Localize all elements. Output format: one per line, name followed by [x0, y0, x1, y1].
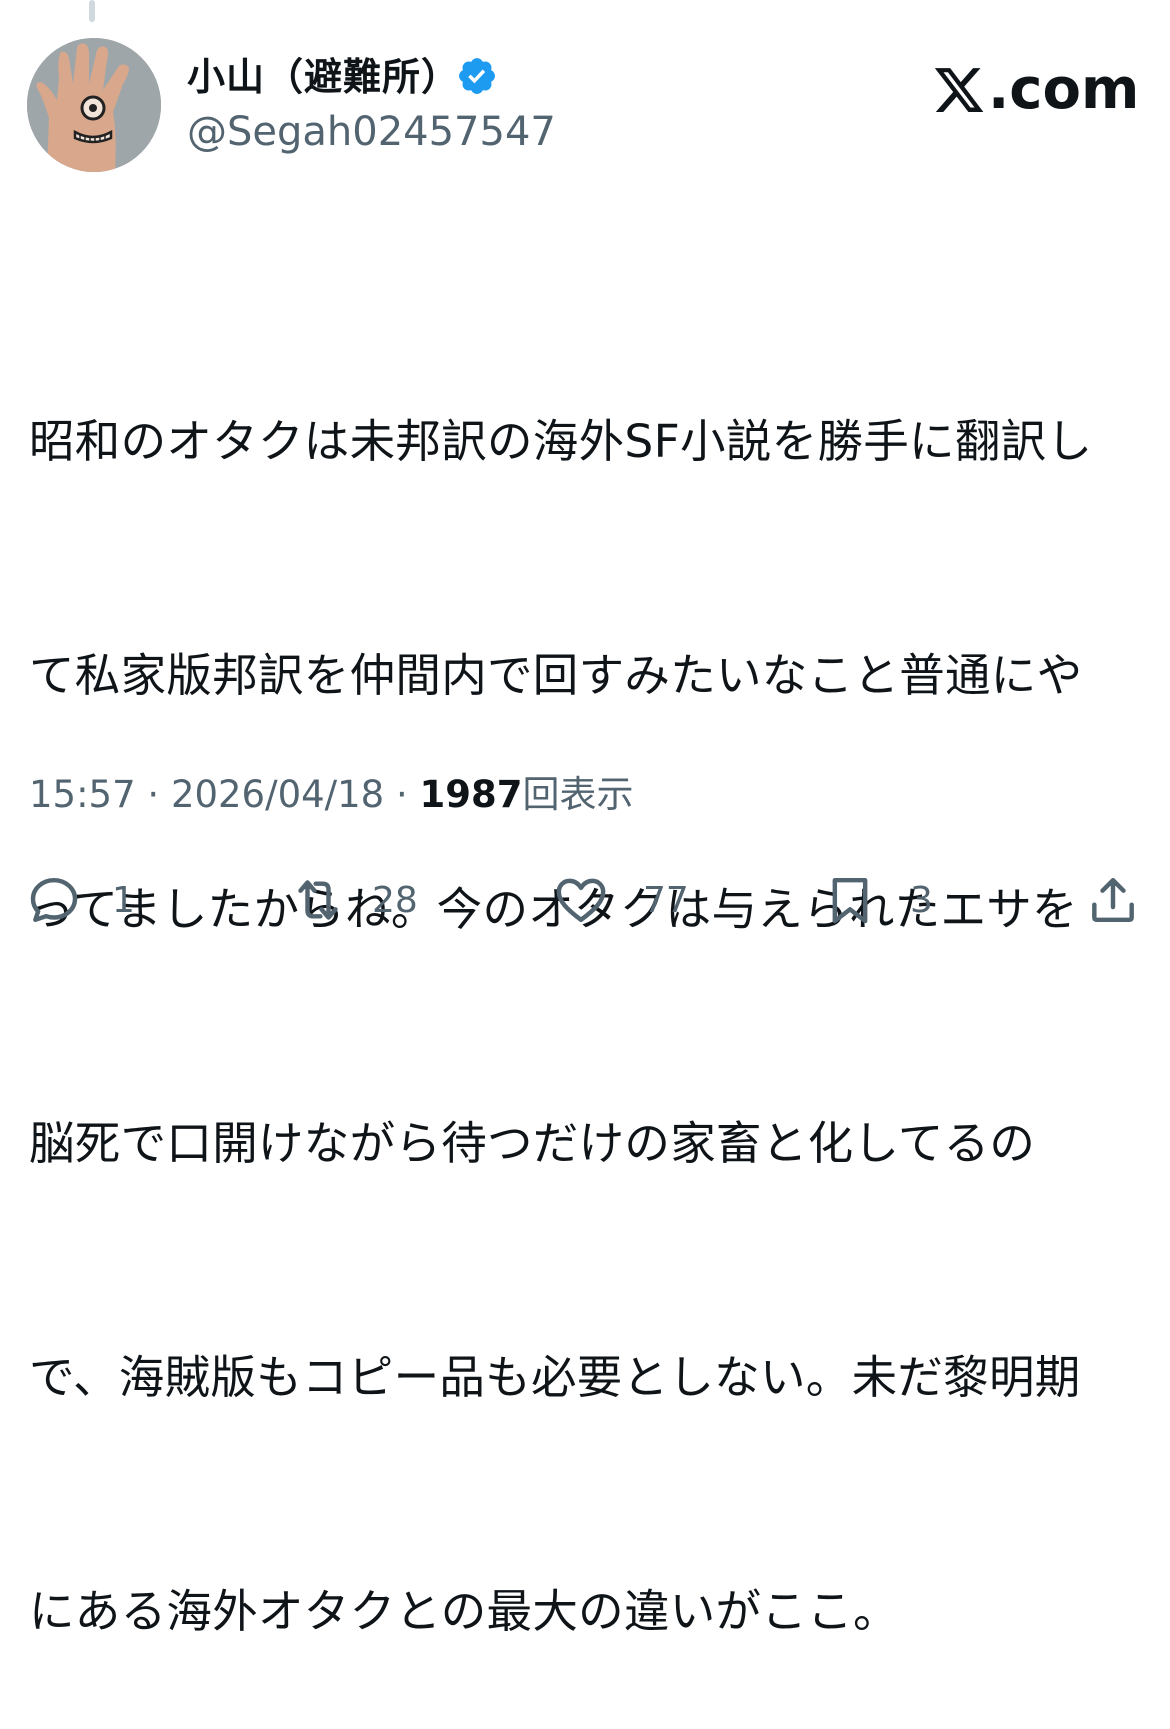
- like-button[interactable]: 77: [553, 868, 689, 932]
- tweet-line: て私家版邦訳を仲間内で回すみたいなこと普通にや: [29, 649, 1083, 702]
- display-name[interactable]: 小山（避難所）: [187, 52, 460, 102]
- tweet-line: 昭和のオタクは未邦訳の海外SF小説を勝手に翻訳し: [29, 415, 1093, 468]
- heart-icon: [556, 878, 606, 923]
- hand-avatar-image: [27, 38, 161, 172]
- action-bar: 1 28 77 3: [0, 868, 1170, 932]
- avatar[interactable]: [27, 38, 161, 172]
- meta-separator: ·: [384, 773, 420, 816]
- tweet-line: 脳死で口開けながら待つだけの家畜と化してるの: [29, 1117, 1036, 1170]
- view-count: 1987: [419, 773, 523, 816]
- reply-count: 1: [112, 879, 135, 921]
- retweet-icon: [298, 880, 338, 920]
- retweet-button[interactable]: 28: [290, 868, 418, 932]
- tweet-line: で、海賊版もコピー品も必要としない。未だ黎明期: [29, 1351, 1081, 1404]
- x-com-logo: .com: [932, 58, 1139, 122]
- thread-connector-line: [89, 0, 95, 22]
- meta-separator: ·: [135, 773, 171, 816]
- tweet-date[interactable]: 2026/04/18: [171, 770, 384, 820]
- reply-button[interactable]: 1: [26, 868, 135, 932]
- share-icon: [1092, 877, 1134, 923]
- bookmark-button[interactable]: 3: [822, 868, 933, 932]
- view-label: 回表示: [522, 773, 634, 816]
- bookmark-count: 3: [910, 879, 933, 921]
- bookmark-icon: [832, 877, 868, 924]
- retweet-count: 28: [372, 879, 418, 921]
- site-domain-text: .com: [988, 57, 1140, 122]
- tweet-line: にある海外オタクとの最大の違いがここ。: [29, 1585, 899, 1638]
- like-count: 77: [643, 879, 689, 921]
- x-logo-icon: [934, 68, 984, 112]
- share-button[interactable]: [1085, 868, 1141, 932]
- reply-icon: [30, 877, 78, 923]
- user-handle[interactable]: @Segah02457547: [187, 106, 556, 158]
- tweet-meta: 15:57 · 2026/04/18 · 1987 回表示: [29, 770, 633, 820]
- tweet-time[interactable]: 15:57: [29, 770, 136, 820]
- verified-badge-icon: [459, 58, 495, 94]
- tweet-text: 昭和のオタクは未邦訳の海外SF小説を勝手に翻訳し て私家版邦訳を仲間内で回すみた…: [29, 247, 1144, 1729]
